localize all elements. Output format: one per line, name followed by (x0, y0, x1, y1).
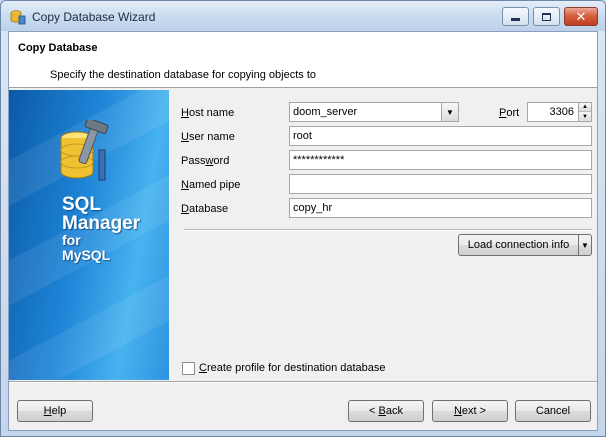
back-key: B (378, 405, 386, 417)
create-profile-checkbox[interactable] (182, 362, 195, 375)
database-value: copy_hr (293, 202, 333, 214)
password-value: ************ (293, 154, 345, 166)
title-bar[interactable]: Copy Database Wizard ✕ (1, 1, 605, 31)
host-dropdown-button[interactable]: ▼ (441, 103, 458, 121)
help-key: H (43, 405, 52, 417)
connection-form: Host name doom_server ▼ Port 3306 ▲ ▼ Us… (169, 90, 597, 380)
step-description: Specify the destination database for cop… (50, 69, 317, 81)
form-separator (184, 229, 592, 231)
brand-line-4: MySQL (62, 247, 111, 263)
brand-line-3: for (62, 232, 81, 248)
dropdown-arrow-icon: ▼ (581, 240, 589, 250)
help-label: elp (51, 405, 67, 417)
port-spinner[interactable]: 3306 ▲ ▼ (527, 102, 592, 122)
named-pipe-label: Named pipe (181, 179, 241, 191)
port-value: 3306 (549, 106, 574, 118)
close-icon: ✕ (575, 9, 587, 24)
database-input[interactable]: copy_hr (289, 198, 592, 218)
spin-up-icon[interactable]: ▲ (579, 103, 591, 112)
host-name-label: Host name (181, 107, 235, 119)
user-name-input[interactable]: root (289, 126, 592, 146)
load-connection-menu-button[interactable]: ▼ (578, 234, 592, 256)
cancel-label: Cancel (535, 405, 571, 417)
brand-line-1: SQL (62, 194, 102, 215)
help-button[interactable]: Help (17, 400, 93, 422)
minimize-button[interactable] (502, 7, 529, 26)
wizard-client-area: Copy Database Specify the destination da… (8, 31, 598, 431)
database-tools-icon (60, 120, 109, 181)
wizard-window: Copy Database Wizard ✕ Copy Database Spe… (0, 0, 606, 437)
spin-down-icon[interactable]: ▼ (579, 112, 591, 121)
minimize-icon (511, 18, 520, 21)
back-button[interactable]: < Back (348, 400, 424, 422)
create-profile-label[interactable]: Create profile for destination database (199, 362, 386, 374)
dropdown-arrow-icon: ▼ (446, 107, 454, 117)
database-label: Database (181, 203, 229, 215)
load-connection-info-label: Load connection info (467, 239, 570, 251)
next-label: ext > (461, 405, 487, 417)
sidebar-banner: SQL Manager for MySQL (9, 90, 169, 380)
host-name-combobox[interactable]: doom_server ▼ (289, 102, 459, 122)
window-title: Copy Database Wizard (32, 10, 156, 24)
maximize-button[interactable] (533, 7, 560, 26)
cancel-button[interactable]: Cancel (515, 400, 591, 422)
back-prefix: < (369, 405, 379, 417)
named-pipe-input[interactable] (289, 174, 592, 194)
user-name-label: User name (181, 131, 235, 143)
next-key: N (453, 405, 462, 417)
brand-line-2: Manager (62, 213, 141, 234)
step-title: Copy Database (18, 42, 98, 54)
footer-separator (9, 381, 597, 383)
next-button[interactable]: Next > (432, 400, 508, 422)
product-logo: SQL Manager for MySQL (62, 195, 140, 263)
maximize-icon (542, 12, 551, 21)
port-label: Port (499, 107, 520, 119)
wizard-header: Copy Database Specify the destination da… (9, 32, 597, 88)
host-name-value: doom_server (293, 106, 358, 118)
load-connection-info-button[interactable]: Load connection info (458, 234, 579, 256)
database-wizard-icon (10, 10, 26, 25)
password-label: Password (181, 155, 230, 167)
password-input[interactable]: ************ (289, 150, 592, 170)
close-button[interactable]: ✕ (564, 7, 598, 26)
port-spin-buttons[interactable]: ▲ ▼ (578, 103, 591, 121)
back-label: ack (385, 405, 403, 417)
user-name-value: root (293, 130, 312, 142)
